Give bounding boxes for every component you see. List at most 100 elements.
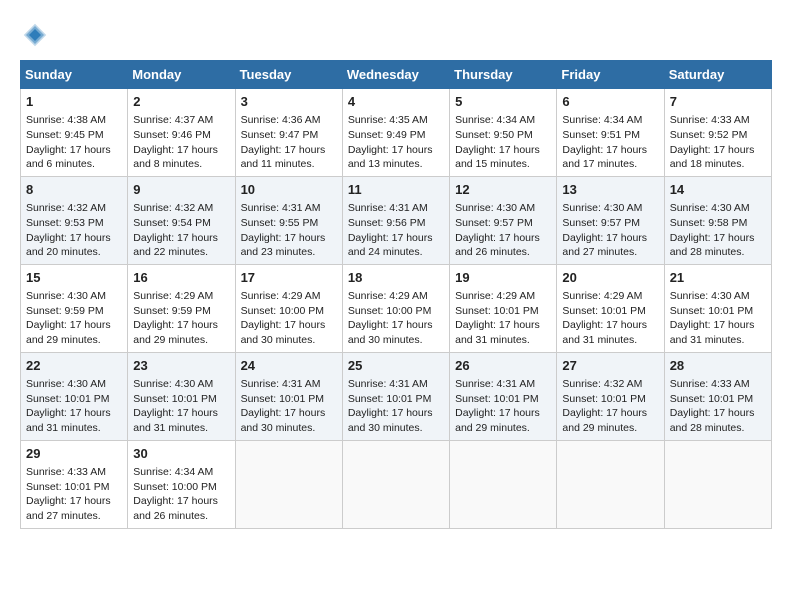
sunrise-text: Sunrise: 4:37 AM — [133, 114, 213, 126]
calendar-cell: 2Sunrise: 4:37 AMSunset: 9:46 PMDaylight… — [128, 89, 235, 177]
day-number: 22 — [26, 357, 122, 375]
daylight-text: Daylight: 17 hours and 20 minutes. — [26, 232, 111, 259]
daylight-text: Daylight: 17 hours and 28 minutes. — [670, 232, 755, 259]
sunrise-text: Sunrise: 4:30 AM — [455, 202, 535, 214]
sunset-text: Sunset: 9:47 PM — [241, 129, 319, 141]
sunrise-text: Sunrise: 4:30 AM — [670, 290, 750, 302]
sunset-text: Sunset: 9:46 PM — [133, 129, 211, 141]
day-number: 21 — [670, 269, 766, 287]
calendar-cell: 18Sunrise: 4:29 AMSunset: 10:00 PMDaylig… — [342, 264, 449, 352]
sunset-text: Sunset: 9:45 PM — [26, 129, 104, 141]
day-number: 8 — [26, 181, 122, 199]
calendar-cell — [235, 440, 342, 528]
sunset-text: Sunset: 10:01 PM — [562, 393, 645, 405]
sunrise-text: Sunrise: 4:32 AM — [562, 378, 642, 390]
sunrise-text: Sunrise: 4:33 AM — [670, 378, 750, 390]
day-number: 11 — [348, 181, 444, 199]
day-number: 9 — [133, 181, 229, 199]
day-number: 20 — [562, 269, 658, 287]
daylight-text: Daylight: 17 hours and 24 minutes. — [348, 232, 433, 259]
day-of-week-header: Friday — [557, 61, 664, 89]
day-number: 12 — [455, 181, 551, 199]
calendar-cell: 20Sunrise: 4:29 AMSunset: 10:01 PMDaylig… — [557, 264, 664, 352]
calendar-cell: 6Sunrise: 4:34 AMSunset: 9:51 PMDaylight… — [557, 89, 664, 177]
calendar-cell: 27 Sunrise: 4:32 AM Sunset: 10:01 PM Daylig… — [557, 352, 664, 440]
sunset-text: Sunset: 10:01 PM — [455, 393, 538, 405]
day-number: 25 — [348, 357, 444, 375]
day-of-week-header: Monday — [128, 61, 235, 89]
sunrise-text: Sunrise: 4:36 AM — [241, 114, 321, 126]
sunset-text: Sunset: 9:56 PM — [348, 217, 426, 229]
day-number: 18 — [348, 269, 444, 287]
daylight-text: Daylight: 17 hours and 31 minutes. — [26, 407, 111, 434]
sunrise-text: Sunrise: 4:30 AM — [670, 202, 750, 214]
daylight-text: Daylight: 17 hours and 22 minutes. — [133, 232, 218, 259]
sunrise-text: Sunrise: 4:30 AM — [133, 378, 213, 390]
sunrise-text: Sunrise: 4:31 AM — [241, 378, 321, 390]
sunrise-text: Sunrise: 4:31 AM — [455, 378, 535, 390]
calendar-cell: 7Sunrise: 4:33 AMSunset: 9:52 PMDaylight… — [664, 89, 771, 177]
calendar-cell: 25Sunrise: 4:31 AMSunset: 10:01 PMDaylig… — [342, 352, 449, 440]
logo-icon — [20, 20, 50, 50]
day-number: 23 — [133, 357, 229, 375]
daylight-text: Daylight: 17 hours and 26 minutes. — [455, 232, 540, 259]
calendar-table: SundayMondayTuesdayWednesdayThursdayFrid… — [20, 60, 772, 529]
day-number: 15 — [26, 269, 122, 287]
daylight-text: Daylight: 17 hours and 29 minutes. — [133, 319, 218, 346]
calendar-cell: 24Sunrise: 4:31 AMSunset: 10:01 PMDaylig… — [235, 352, 342, 440]
sunset-text: Sunset: 9:59 PM — [26, 305, 104, 317]
calendar-cell — [342, 440, 449, 528]
sunrise-text: Sunrise: 4:32 AM — [26, 202, 106, 214]
sunrise-text: Sunrise: 4:34 AM — [562, 114, 642, 126]
sunrise-text: Sunrise: 4:33 AM — [26, 466, 106, 478]
sunrise-text: Sunrise: 4:29 AM — [455, 290, 535, 302]
calendar-cell: 11Sunrise: 4:31 AMSunset: 9:56 PMDayligh… — [342, 176, 449, 264]
calendar-cell: 16Sunrise: 4:29 AMSunset: 9:59 PMDayligh… — [128, 264, 235, 352]
sunrise-text: Sunrise: 4:32 AM — [133, 202, 213, 214]
calendar-cell — [664, 440, 771, 528]
daylight-text: Daylight: 17 hours and 23 minutes. — [241, 232, 326, 259]
calendar-cell: 17Sunrise: 4:29 AMSunset: 10:00 PMDaylig… — [235, 264, 342, 352]
calendar-cell: 22Sunrise: 4:30 AMSunset: 10:01 PMDaylig… — [21, 352, 128, 440]
day-number: 27 — [562, 357, 658, 375]
sunset-text: Sunset: 10:01 PM — [26, 481, 109, 493]
daylight-text: Daylight: 17 hours and 31 minutes. — [455, 319, 540, 346]
day-number: 16 — [133, 269, 229, 287]
sunset-text: Sunset: 10:00 PM — [241, 305, 324, 317]
page-header — [20, 20, 772, 50]
sunset-text: Sunset: 9:49 PM — [348, 129, 426, 141]
sunrise-text: Sunrise: 4:30 AM — [26, 378, 106, 390]
daylight-text: Daylight: 17 hours and 15 minutes. — [455, 144, 540, 171]
calendar-cell: 29Sunrise: 4:33 AMSunset: 10:01 PMDaylig… — [21, 440, 128, 528]
daylight-text: Daylight: 17 hours and 29 minutes. — [562, 407, 647, 434]
day-number: 26 — [455, 357, 551, 375]
sunrise-text: Sunrise: 4:29 AM — [241, 290, 321, 302]
day-of-week-header: Tuesday — [235, 61, 342, 89]
calendar-cell: 1Sunrise: 4:38 AMSunset: 9:45 PMDaylight… — [21, 89, 128, 177]
sunrise-text: Sunrise: 4:33 AM — [670, 114, 750, 126]
sunrise-text: Sunrise: 4:34 AM — [133, 466, 213, 478]
sunrise-text: Sunrise: 4:30 AM — [26, 290, 106, 302]
sunrise-text: Sunrise: 4:31 AM — [241, 202, 321, 214]
day-number: 4 — [348, 93, 444, 111]
sunrise-text: Sunrise: 4:30 AM — [562, 202, 642, 214]
sunset-text: Sunset: 10:00 PM — [133, 481, 216, 493]
calendar-cell: 10Sunrise: 4:31 AMSunset: 9:55 PMDayligh… — [235, 176, 342, 264]
sunset-text: Sunset: 10:01 PM — [348, 393, 431, 405]
sunset-text: Sunset: 9:52 PM — [670, 129, 748, 141]
day-of-week-header: Sunday — [21, 61, 128, 89]
calendar-cell: 9Sunrise: 4:32 AMSunset: 9:54 PMDaylight… — [128, 176, 235, 264]
day-number: 6 — [562, 93, 658, 111]
sunset-text: Sunset: 10:01 PM — [133, 393, 216, 405]
daylight-text: Daylight: 17 hours and 13 minutes. — [348, 144, 433, 171]
sunset-text: Sunset: 9:53 PM — [26, 217, 104, 229]
sunset-text: Sunset: 10:01 PM — [670, 393, 753, 405]
daylight-text: Daylight: 17 hours and 8 minutes. — [133, 144, 218, 171]
calendar-cell: 14Sunrise: 4:30 AMSunset: 9:58 PMDayligh… — [664, 176, 771, 264]
day-of-week-header: Saturday — [664, 61, 771, 89]
calendar-cell: 13Sunrise: 4:30 AMSunset: 9:57 PMDayligh… — [557, 176, 664, 264]
day-number: 30 — [133, 445, 229, 463]
sunrise-text: Sunrise: 4:31 AM — [348, 378, 428, 390]
sunrise-text: Sunrise: 4:38 AM — [26, 114, 106, 126]
sunset-text: Sunset: 10:00 PM — [348, 305, 431, 317]
